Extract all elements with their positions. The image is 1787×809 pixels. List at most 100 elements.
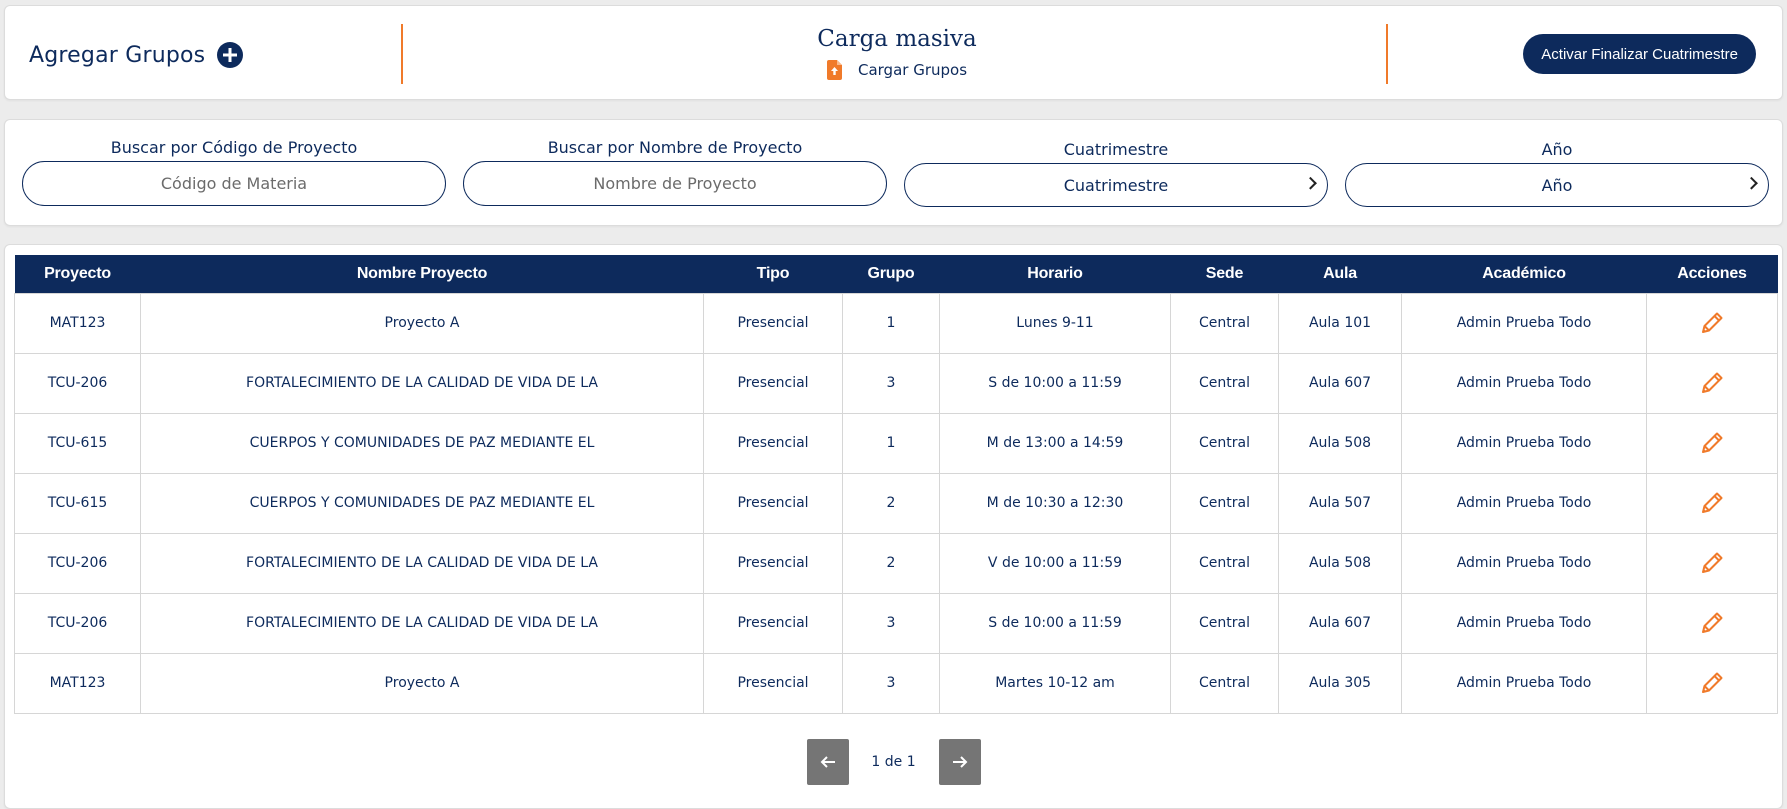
cell-proyecto: MAT123: [14, 292, 141, 354]
project-code-input[interactable]: Código de Materia: [22, 161, 446, 206]
cell-sede: Central: [1170, 292, 1279, 354]
cell-sede: Central: [1170, 652, 1279, 714]
cell-academico: Admin Prueba Todo: [1401, 292, 1647, 354]
term-select-value: Cuatrimestre: [1063, 175, 1169, 195]
plus-circle-icon[interactable]: [217, 42, 244, 68]
table-row: TCU-206 FORTALECIMIENTO DE LA CALIDAD DE …: [14, 592, 1778, 654]
upload-groups-label: Cargar Grupos: [857, 61, 968, 79]
table-row: MAT123 Proyecto A Presencial 1 Lunes 9-11 Cen…: [14, 292, 1778, 354]
add-groups-label: Agregar Grupos: [29, 42, 206, 68]
cell-proyecto: MAT123: [14, 652, 141, 714]
pencil-icon[interactable]: [1699, 550, 1725, 576]
table-header-row: Proyecto Nombre Proyecto Tipo Grupo Hora…: [14, 255, 1778, 293]
cell-aula: Aula 507: [1278, 472, 1402, 534]
add-groups-button[interactable]: Agregar Grupos: [29, 42, 244, 68]
pencil-icon[interactable]: [1699, 670, 1725, 696]
pencil-icon[interactable]: [1699, 610, 1725, 636]
cell-nombre: FORTALECIMIENTO DE LA CALIDAD DE VIDA DE…: [140, 592, 704, 654]
cell-aula: Aula 305: [1278, 652, 1402, 714]
pencil-icon[interactable]: [1699, 430, 1725, 456]
edit-action-cell: [1646, 352, 1778, 414]
cell-aula: Aula 607: [1278, 592, 1402, 654]
groups-table-card: Proyecto Nombre Proyecto Tipo Grupo Hora…: [4, 244, 1783, 809]
cell-nombre: CUERPOS Y COMUNIDADES DE PAZ MEDIANTE EL: [140, 472, 704, 534]
cell-horario: M de 10:30 a 12:30: [939, 472, 1171, 534]
cell-nombre: Proyecto A: [140, 652, 704, 714]
filter-name-label: Buscar por Nombre de Proyecto: [547, 138, 803, 157]
chevron-down-icon: [1745, 176, 1758, 190]
cell-horario: S de 10:00 a 11:59: [939, 592, 1171, 654]
groups-table: Proyecto Nombre Proyecto Tipo Grupo Hora…: [14, 255, 1778, 714]
cell-aula: Aula 508: [1278, 412, 1402, 474]
term-select[interactable]: Cuatrimestre: [904, 163, 1328, 207]
col-header-horario: Horario: [939, 255, 1171, 293]
cell-tipo: Presencial: [703, 532, 843, 594]
cell-grupo: 1: [842, 412, 940, 474]
cell-tipo: Presencial: [703, 652, 843, 714]
cell-grupo: 3: [842, 592, 940, 654]
table-row: MAT123 Proyecto A Presencial 3 Martes 10-12 …: [14, 652, 1778, 714]
cell-sede: Central: [1170, 532, 1279, 594]
filter-term-label: Cuatrimestre: [1063, 140, 1169, 159]
upload-groups-link[interactable]: Cargar Grupos: [826, 60, 968, 80]
filter-code-label: Buscar por Código de Proyecto: [110, 138, 358, 157]
cell-tipo: Presencial: [703, 592, 843, 654]
cell-proyecto: TCU-615: [14, 472, 141, 534]
edit-action-cell: [1646, 292, 1778, 354]
bulk-upload-section: Carga masiva Cargar Grupos: [405, 26, 1389, 84]
cell-aula: Aula 607: [1278, 352, 1402, 414]
pencil-icon[interactable]: [1699, 370, 1725, 396]
pencil-icon[interactable]: [1699, 310, 1725, 336]
cell-grupo: 2: [842, 472, 940, 534]
cell-academico: Admin Prueba Todo: [1401, 412, 1647, 474]
cell-sede: Central: [1170, 592, 1279, 654]
cell-tipo: Presencial: [703, 412, 843, 474]
filter-code: Buscar por Código de Proyecto Código de …: [22, 138, 446, 206]
bulk-upload-title: Carga masiva: [817, 26, 977, 52]
cell-horario: M de 13:00 a 14:59: [939, 412, 1171, 474]
cell-grupo: 2: [842, 532, 940, 594]
cell-grupo: 1: [842, 292, 940, 354]
year-select-value: Año: [1541, 175, 1573, 195]
cell-nombre: FORTALECIMIENTO DE LA CALIDAD DE VIDA DE…: [140, 532, 704, 594]
cell-tipo: Presencial: [703, 352, 843, 414]
cell-horario: S de 10:00 a 11:59: [939, 352, 1171, 414]
next-page-button[interactable]: [938, 739, 981, 785]
edit-action-cell: [1646, 652, 1778, 714]
edit-action-cell: [1646, 412, 1778, 474]
cell-proyecto: TCU-206: [14, 352, 141, 414]
cell-academico: Admin Prueba Todo: [1401, 352, 1647, 414]
cell-grupo: 3: [842, 652, 940, 714]
cell-academico: Admin Prueba Todo: [1401, 592, 1647, 654]
filter-name: Buscar por Nombre de Proyecto Nombre de …: [463, 138, 887, 206]
finalize-term-button[interactable]: Activar Finalizar Cuatrimestre: [1523, 34, 1756, 74]
col-header-proyecto: Proyecto: [14, 255, 141, 293]
pencil-icon[interactable]: [1699, 490, 1725, 516]
pagination: 1 de 1: [5, 739, 1782, 785]
cell-proyecto: TCU-615: [14, 412, 141, 474]
project-name-input[interactable]: Nombre de Proyecto: [463, 161, 887, 206]
table-row: TCU-615 CUERPOS Y COMUNIDADES DE PAZ MEDI…: [14, 472, 1778, 534]
cell-sede: Central: [1170, 472, 1279, 534]
filter-bar: Buscar por Código de Proyecto Código de …: [4, 119, 1783, 226]
filter-term: Cuatrimestre Cuatrimestre: [904, 138, 1328, 207]
chevron-down-icon: [1304, 176, 1317, 190]
table-row: TCU-206 FORTALECIMIENTO DE LA CALIDAD DE …: [14, 532, 1778, 594]
col-header-aula: Aula: [1278, 255, 1402, 293]
col-header-grupo: Grupo: [842, 255, 940, 293]
upload-file-icon: [826, 60, 842, 80]
cell-academico: Admin Prueba Todo: [1401, 652, 1647, 714]
cell-horario: Lunes 9-11: [939, 292, 1171, 354]
col-header-nombre: Nombre Proyecto: [140, 255, 704, 293]
arrow-right-icon: [952, 756, 967, 768]
project-code-placeholder: Código de Materia: [160, 174, 308, 193]
cell-nombre: Proyecto A: [140, 292, 704, 354]
cell-sede: Central: [1170, 412, 1279, 474]
prev-page-button[interactable]: [806, 739, 849, 785]
table-row: TCU-615 CUERPOS Y COMUNIDADES DE PAZ MEDI…: [14, 412, 1778, 474]
col-header-tipo: Tipo: [703, 255, 843, 293]
cell-tipo: Presencial: [703, 292, 843, 354]
edit-action-cell: [1646, 532, 1778, 594]
year-select[interactable]: Año: [1345, 163, 1769, 207]
cell-grupo: 3: [842, 352, 940, 414]
